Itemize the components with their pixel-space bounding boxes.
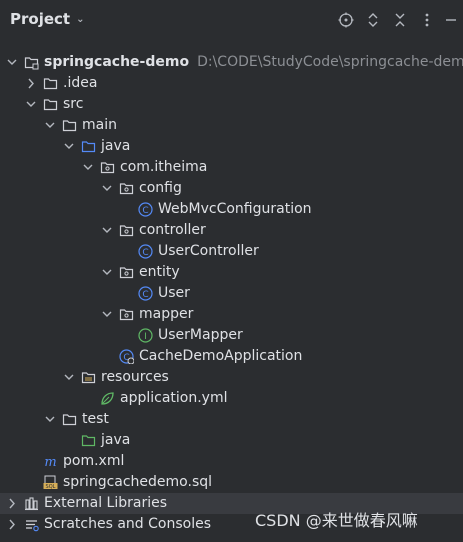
package-icon <box>119 307 134 322</box>
minimize-icon[interactable] <box>441 10 461 30</box>
tree-item-label: UserController <box>158 243 259 259</box>
collapse-all-icon[interactable] <box>390 10 410 30</box>
tree-item-label: mapper <box>139 306 194 322</box>
folder-source-icon <box>81 139 96 154</box>
maven-icon: m <box>43 454 58 470</box>
tree-item-project-root[interactable]: springcache-demo D:\CODE\StudyCode\spring… <box>0 52 463 73</box>
tree-item-resources-folder[interactable]: resources <box>0 367 463 388</box>
svg-text:C: C <box>142 290 148 300</box>
tree-item-label: WebMvcConfiguration <box>158 201 312 217</box>
class-icon: C <box>138 286 153 301</box>
tree-item-label: .idea <box>63 75 98 91</box>
tree-item-label: pom.xml <box>63 453 125 469</box>
watermark: CSDN @来世做春风嘛 <box>255 511 418 530</box>
tree-item-test-java-folder[interactable]: java <box>0 430 463 451</box>
tree-item-label: application.yml <box>120 390 228 406</box>
tree-item-label: Scratches and Consoles <box>44 516 211 532</box>
tree-item-class-webmvcconfiguration[interactable]: C WebMvcConfiguration <box>0 199 463 220</box>
chevron-right-icon[interactable] <box>6 493 18 514</box>
chevron-down-icon[interactable] <box>101 304 113 325</box>
tree-item-class-usercontroller[interactable]: C UserController <box>0 241 463 262</box>
tree-item-main-folder[interactable]: main <box>0 115 463 136</box>
tree-item-label: UserMapper <box>158 327 243 343</box>
folder-icon <box>43 97 58 112</box>
chevron-down-icon[interactable] <box>63 136 75 157</box>
chevron-down-icon[interactable] <box>44 115 56 136</box>
tree-item-label: config <box>139 180 182 196</box>
chevron-down-icon[interactable] <box>25 94 37 115</box>
tree-item-package-config[interactable]: config <box>0 178 463 199</box>
project-path: D:\CODE\StudyCode\springcache-dem <box>197 54 463 70</box>
folder-module-icon <box>24 55 39 70</box>
svg-text:C: C <box>142 206 148 216</box>
scratches-icon <box>24 517 39 532</box>
tree-item-test-folder[interactable]: test <box>0 409 463 430</box>
svg-text:C: C <box>142 248 148 258</box>
tree-item-label: springcachedemo.sql <box>63 474 213 490</box>
tree-item-label: resources <box>101 369 169 385</box>
project-panel-header: Project ⌄ <box>0 0 463 40</box>
tree-item-package-com-itheima[interactable]: com.itheima <box>0 157 463 178</box>
tree-item-label: entity <box>139 264 180 280</box>
tree-item-class-user[interactable]: C User <box>0 283 463 304</box>
sql-icon: SQL <box>43 475 58 490</box>
chevron-down-icon[interactable] <box>63 367 75 388</box>
tree-item-interface-usermapper[interactable]: I UserMapper <box>0 325 463 346</box>
tree-item-label: CacheDemoApplication <box>139 348 303 364</box>
tree-item-label: main <box>82 117 117 133</box>
tree-item-label: User <box>158 285 190 301</box>
folder-test-icon <box>81 433 96 448</box>
expand-all-icon[interactable] <box>363 10 383 30</box>
package-icon <box>119 265 134 280</box>
tree-item-file-springcachedemo-sql[interactable]: SQL springcachedemo.sql <box>0 472 463 493</box>
project-view-selector[interactable]: Project ⌄ <box>10 10 84 28</box>
yml-icon <box>100 391 115 406</box>
chevron-right-icon[interactable] <box>6 514 18 535</box>
class-main-icon: C <box>119 349 135 365</box>
svg-text:m: m <box>44 455 56 469</box>
panel-title: Project <box>10 10 71 28</box>
interface-icon: I <box>138 328 153 343</box>
tree-item-label: controller <box>139 222 206 238</box>
class-icon: C <box>138 202 153 217</box>
folder-resources-icon <box>81 370 96 385</box>
tree-item-label: test <box>82 411 109 427</box>
tree-item-src-folder[interactable]: src <box>0 94 463 115</box>
libraries-icon <box>24 496 39 511</box>
tree-item-label: com.itheima <box>120 159 208 175</box>
folder-icon <box>43 76 58 91</box>
folder-icon <box>62 118 77 133</box>
tree-item-package-entity[interactable]: entity <box>0 262 463 283</box>
chevron-down-icon[interactable] <box>101 262 113 283</box>
svg-text:I: I <box>144 332 147 342</box>
chevron-down-icon[interactable] <box>101 178 113 199</box>
chevron-right-icon[interactable] <box>25 73 37 94</box>
package-icon <box>119 223 134 238</box>
folder-icon <box>62 412 77 427</box>
tree-item-label: java <box>101 432 131 448</box>
tree-item-package-mapper[interactable]: mapper <box>0 304 463 325</box>
tree-item-label: springcache-demo <box>44 54 190 70</box>
package-icon <box>100 160 115 175</box>
tree-item-label: java <box>101 138 131 154</box>
tree-item-idea-folder[interactable]: .idea <box>0 73 463 94</box>
class-icon: C <box>138 244 153 259</box>
chevron-down-icon: ⌄ <box>76 13 85 25</box>
tree-item-file-application-yml[interactable]: application.yml <box>0 388 463 409</box>
locate-icon[interactable] <box>336 10 356 30</box>
tree-item-class-cachedemoapplication[interactable]: C CacheDemoApplication <box>0 346 463 367</box>
tree-item-java-folder[interactable]: java <box>0 136 463 157</box>
chevron-down-icon[interactable] <box>101 220 113 241</box>
chevron-down-icon[interactable] <box>82 157 94 178</box>
chevron-down-icon[interactable] <box>44 409 56 430</box>
package-icon <box>119 181 134 196</box>
more-icon[interactable] <box>417 10 437 30</box>
tree-item-label: External Libraries <box>44 495 167 511</box>
chevron-down-icon[interactable] <box>6 52 18 73</box>
tree-item-label: src <box>63 96 84 112</box>
tree-item-package-controller[interactable]: controller <box>0 220 463 241</box>
svg-text:SQL: SQL <box>46 484 56 490</box>
tree-item-file-pom-xml[interactable]: m pom.xml <box>0 451 463 472</box>
